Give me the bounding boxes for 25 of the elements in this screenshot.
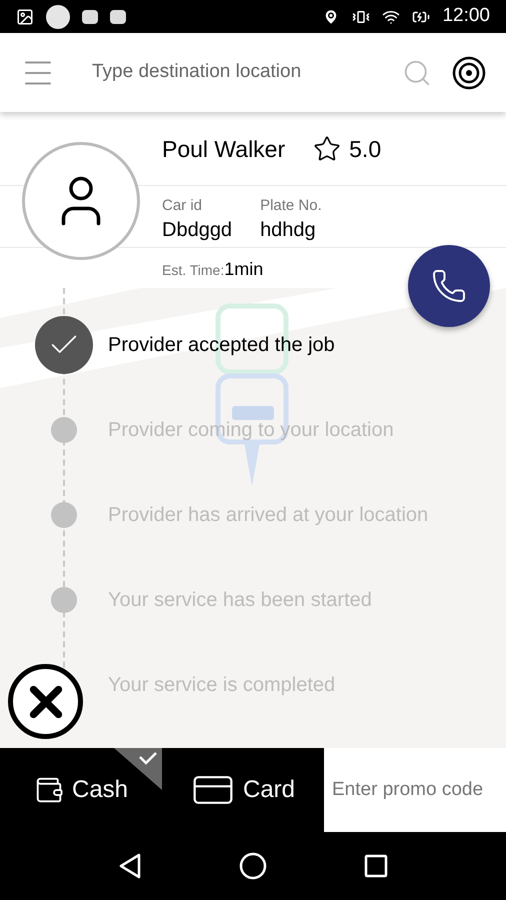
payment-option[interactable]: Cash [0,748,162,832]
step-label: Your service is completed [108,673,336,698]
step-label: Your service has been started [108,588,372,613]
clock: 12:00 [442,4,490,28]
star-icon [313,135,342,164]
phone-icon [431,268,467,304]
home-icon[interactable] [238,852,267,880]
car-id: Dbdggd [162,218,232,242]
rating: 5.0 [349,135,382,164]
eta-value: 1min [224,258,264,281]
step-label: Provider has arrived at your location [108,503,428,528]
step-label: Provider accepted the job [108,333,335,358]
back-icon[interactable] [118,853,142,879]
car-id-label: Car id [162,196,204,216]
recents-icon[interactable] [364,854,388,878]
plate-number: hdhdg [260,218,317,242]
payment-option[interactable]: Card [162,748,324,832]
eta-label: Est. Time: [162,261,224,280]
plate-label: Plate No. [260,196,322,216]
target-icon[interactable] [452,56,486,90]
promo-code-field[interactable]: Enter promo code [324,748,506,832]
search-field[interactable]: Type destination location [92,58,402,87]
driver-name: Poul Walker [162,135,286,164]
image-icon [16,8,34,26]
step-label: Provider coming to your location [108,418,394,443]
